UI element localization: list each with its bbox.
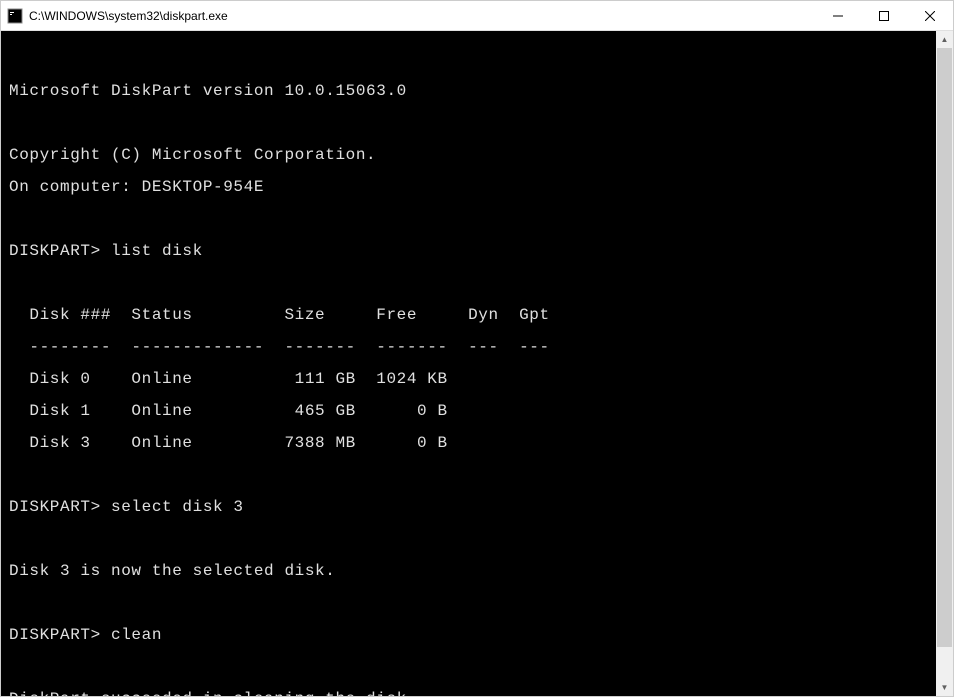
titlebar[interactable]: C:\WINDOWS\system32\diskpart.exe [1,1,953,31]
table-divider: -------- ------------- ------- ------- -… [9,339,932,355]
output-line: Microsoft DiskPart version 10.0.15063.0 [9,83,932,99]
table-row: Disk 1 Online 465 GB 0 B [9,403,932,419]
scroll-down-arrow-icon[interactable]: ▼ [936,679,953,696]
minimize-button[interactable] [815,1,861,30]
scrollbar-thumb[interactable] [937,48,952,647]
prompt-line: DISKPART> clean [9,627,932,643]
table-row: Disk 0 Online 111 GB 1024 KB [9,371,932,387]
window-title: C:\WINDOWS\system32\diskpart.exe [29,9,815,23]
maximize-icon [879,11,889,21]
app-icon [7,8,23,24]
content-area: Microsoft DiskPart version 10.0.15063.0 … [1,31,953,696]
prompt-line: DISKPART> select disk 3 [9,499,932,515]
output-line: Copyright (C) Microsoft Corporation. [9,147,932,163]
maximize-button[interactable] [861,1,907,30]
table-row: Disk 3 Online 7388 MB 0 B [9,435,932,451]
prompt-line: DISKPART> list disk [9,243,932,259]
output-line: Disk 3 is now the selected disk. [9,563,932,579]
output-line: DiskPart succeeded in cleaning the disk. [9,691,932,696]
table-header: Disk ### Status Size Free Dyn Gpt [9,307,932,323]
scrollbar-track[interactable] [936,48,953,679]
console-window: C:\WINDOWS\system32\diskpart.exe Microso… [0,0,954,697]
close-icon [925,11,935,21]
window-controls [815,1,953,30]
vertical-scrollbar[interactable]: ▲ ▼ [936,31,953,696]
close-button[interactable] [907,1,953,30]
minimize-icon [833,11,843,21]
terminal-output[interactable]: Microsoft DiskPart version 10.0.15063.0 … [1,31,936,696]
output-line: On computer: DESKTOP-954E [9,179,932,195]
scroll-up-arrow-icon[interactable]: ▲ [936,31,953,48]
